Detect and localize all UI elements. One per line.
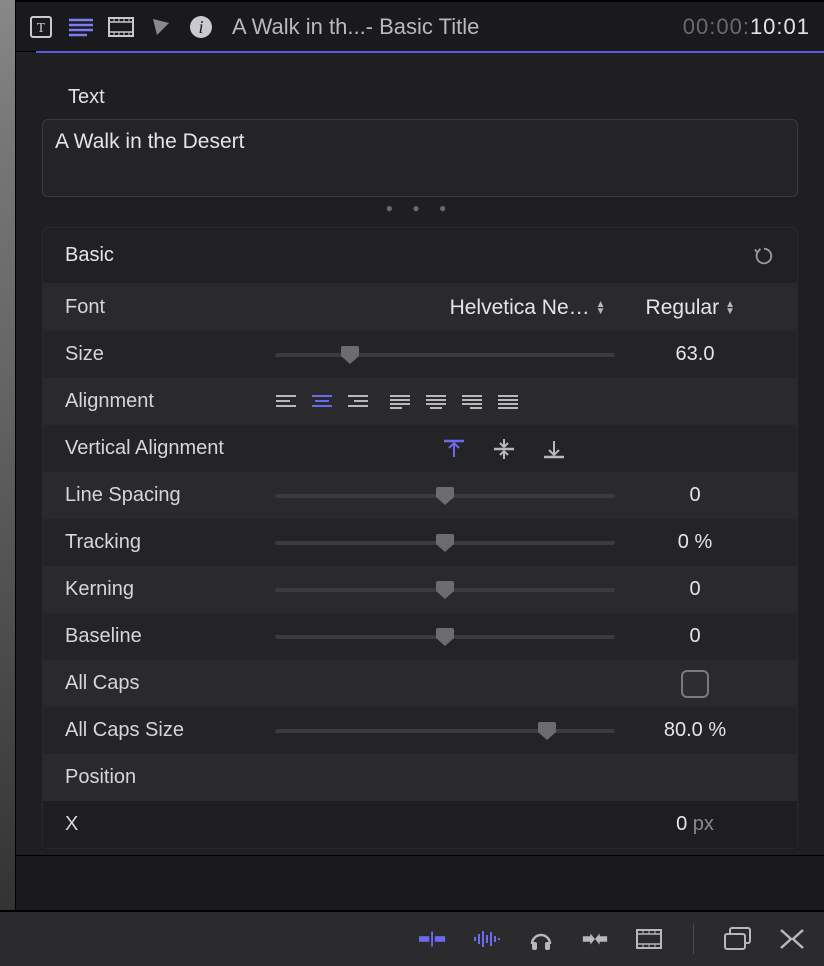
all-caps-size-value[interactable]: 80.0 % <box>615 719 775 742</box>
font-style-value: Regular <box>646 296 720 320</box>
solo-icon[interactable] <box>527 925 555 953</box>
baseline-value[interactable]: 0 <box>615 625 775 648</box>
snapping-icon[interactable] <box>581 925 609 953</box>
info-tab-icon[interactable]: i <box>186 12 216 42</box>
x-unit: px <box>693 813 714 835</box>
valign-top-icon[interactable] <box>443 438 465 460</box>
line-spacing-row: Line Spacing 0 <box>43 472 797 519</box>
second-display-icon[interactable] <box>724 925 752 953</box>
valign-middle-icon[interactable] <box>493 438 515 460</box>
viewer-thumbnail-strip <box>0 0 16 910</box>
position-x-row: X 0 px <box>43 801 797 848</box>
valign-bottom-icon[interactable] <box>543 438 565 460</box>
justify-full-icon[interactable] <box>497 392 519 412</box>
filmstrip-icon[interactable] <box>635 925 663 953</box>
text-section-label: Text <box>68 86 798 109</box>
tracking-slider[interactable] <box>275 533 615 553</box>
basic-property-rows: Font Helvetica Ne… ▲▼ Regular ▲▼ <box>42 284 798 849</box>
vertical-alignment-row: Vertical Alignment <box>43 425 797 472</box>
baseline-label: Baseline <box>65 625 275 648</box>
font-family-value: Helvetica Ne… <box>450 296 590 320</box>
align-center-icon[interactable] <box>311 392 333 412</box>
inspector-content: Text A Walk in the Desert ● ● ● Basic Fo… <box>16 52 824 855</box>
font-style-dropdown[interactable]: Regular ▲▼ <box>646 296 735 320</box>
toolbar-separator <box>693 924 694 954</box>
paragraph-tab-icon[interactable] <box>66 12 96 42</box>
alignment-label: Alignment <box>65 390 275 413</box>
stepper-icon: ▲▼ <box>725 301 735 315</box>
kerning-row: Kerning 0 <box>43 566 797 613</box>
justify-center-icon[interactable] <box>425 392 447 412</box>
position-x-value[interactable]: 0 px <box>615 813 775 836</box>
timecode-dim: 00:00: <box>683 14 750 39</box>
size-slider[interactable] <box>275 345 615 365</box>
text-tab-icon[interactable]: T <box>26 12 56 42</box>
timeline-toolbar <box>0 910 824 966</box>
font-family-dropdown[interactable]: Helvetica Ne… ▲▼ <box>450 296 606 320</box>
basic-section-title: Basic <box>65 244 114 267</box>
skimming-icon[interactable] <box>419 925 447 953</box>
position-label: Position <box>65 766 275 789</box>
title-text-input[interactable]: A Walk in the Desert <box>42 119 798 197</box>
kerning-value[interactable]: 0 <box>615 578 775 601</box>
inspector-bottom-gap <box>16 855 824 910</box>
x-number: 0 <box>676 813 687 835</box>
tracking-row: Tracking 0 % <box>43 519 797 566</box>
size-label: Size <box>65 343 275 366</box>
stepper-icon: ▲▼ <box>596 301 606 315</box>
all-caps-checkbox[interactable] <box>681 670 709 698</box>
all-caps-size-row: All Caps Size 80.0 % <box>43 707 797 754</box>
generator-tab-icon[interactable] <box>146 12 176 42</box>
reset-icon[interactable] <box>753 245 775 267</box>
all-caps-label: All Caps <box>65 672 275 695</box>
line-spacing-slider[interactable] <box>275 486 615 506</box>
line-spacing-label: Line Spacing <box>65 484 275 507</box>
font-row: Font Helvetica Ne… ▲▼ Regular ▲▼ <box>43 284 797 331</box>
tracking-value[interactable]: 0 % <box>615 531 775 554</box>
size-row: Size 63.0 <box>43 331 797 378</box>
audio-skimming-icon[interactable] <box>473 925 501 953</box>
timecode-bright: 10:01 <box>750 14 810 39</box>
clip-title: A Walk in th...- Basic Title <box>232 14 673 40</box>
justify-left-icon[interactable] <box>389 392 411 412</box>
alignment-row: Alignment <box>43 378 797 425</box>
position-x-label: X <box>65 813 275 836</box>
baseline-row: Baseline 0 <box>43 613 797 660</box>
align-right-icon[interactable] <box>347 392 369 412</box>
justify-right-icon[interactable] <box>461 392 483 412</box>
kerning-label: Kerning <box>65 578 275 601</box>
kerning-slider[interactable] <box>275 580 615 600</box>
svg-text:i: i <box>198 17 203 37</box>
position-row[interactable]: Position <box>43 754 797 801</box>
all-caps-row: All Caps <box>43 660 797 707</box>
timeline-index-icon[interactable] <box>778 925 806 953</box>
inspector-tab-bar: T i A <box>16 0 824 52</box>
vertical-alignment-label: Vertical Alignment <box>65 437 275 460</box>
svg-text:T: T <box>37 21 46 36</box>
timecode-display: 00:00:10:01 <box>683 14 810 40</box>
size-value[interactable]: 63.0 <box>615 343 775 366</box>
line-spacing-value[interactable]: 0 <box>615 484 775 507</box>
font-label: Font <box>65 296 275 319</box>
all-caps-size-label: All Caps Size <box>65 719 275 742</box>
video-tab-icon[interactable] <box>106 12 136 42</box>
baseline-slider[interactable] <box>275 627 615 647</box>
tracking-label: Tracking <box>65 531 275 554</box>
basic-section-header[interactable]: Basic <box>42 227 798 284</box>
all-caps-size-slider[interactable] <box>275 721 615 741</box>
resize-handle-dots[interactable]: ● ● ● <box>42 201 798 215</box>
align-left-icon[interactable] <box>275 392 297 412</box>
